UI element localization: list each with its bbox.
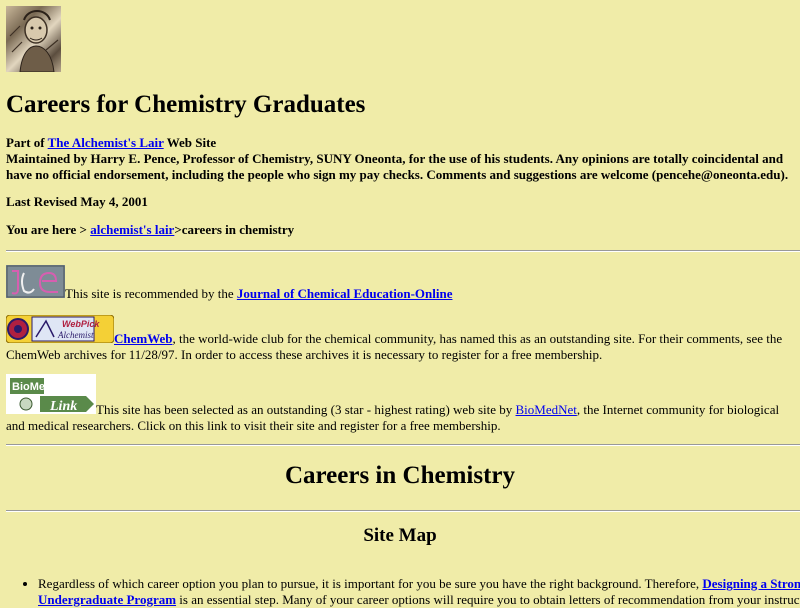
biomednet-link[interactable]: BioMedNet <box>516 402 577 417</box>
divider <box>6 250 800 252</box>
jce-badge[interactable]: JCE <box>6 265 65 302</box>
biomed-recommendation: BioMed Link This site has been selected … <box>6 374 794 434</box>
biomed-text-pre: This site has been selected as an outsta… <box>96 402 516 417</box>
breadcrumb-prefix: You are here > <box>6 222 91 237</box>
bullet-text-pre: Regardless of which career option you pl… <box>38 576 703 591</box>
breadcrumb: You are here > alchemist's lair>careers … <box>6 222 294 238</box>
section-heading-site-map: Site Map <box>363 525 437 546</box>
biomed-label: BioMed <box>12 381 52 393</box>
chemweb-recommendation: WebPick Alchemist ChemWeb, the world-wid… <box>5 314 794 363</box>
last-revised: Last Revised May 4, 2001 <box>6 194 148 209</box>
list-item: Regardless of which career option you pl… <box>38 576 800 608</box>
jce-recommendation: JCE This site is recommended by the Jour… <box>6 265 794 302</box>
part-of-prefix: Part of <box>6 135 48 150</box>
page-content: Careers for Chemistry Graduates Part of … <box>5 6 800 607</box>
divider <box>6 510 800 512</box>
chemweb-link[interactable]: ChemWeb <box>114 331 173 346</box>
site-info: Part of The Alchemist's Lair Web Site Ma… <box>6 135 794 183</box>
jce-online-link[interactable]: Journal of Chemical Education-Online <box>237 286 453 301</box>
section-heading-careers: Careers in Chemistry <box>284 462 516 489</box>
breadcrumb-current: >careers in chemistry <box>174 222 295 237</box>
site-map-list: Regardless of which career option you pl… <box>6 576 800 608</box>
maintainer-text: Maintained by Harry E. Pence, Professor … <box>6 151 789 182</box>
breadcrumb-link-alchemists-lair[interactable]: alchemist's lair <box>90 222 174 237</box>
alchemists-lair-link[interactable]: The Alchemist's Lair <box>48 135 164 150</box>
part-of-suffix: Web Site <box>163 135 217 150</box>
biomed-link-badge[interactable]: BioMed Link <box>6 374 96 418</box>
alchemist-portrait-logo <box>6 6 61 72</box>
divider <box>6 444 800 446</box>
alchemist-label: Alchemist <box>57 330 94 340</box>
chemweb-webpick-badge[interactable]: WebPick Alchemist <box>5 314 115 347</box>
webpick-label: WebPick <box>62 319 100 329</box>
link-label: Link <box>49 399 77 414</box>
page-title: Careers for Chemistry Graduates <box>6 91 366 118</box>
jce-text: This site is recommended by the <box>65 286 237 301</box>
